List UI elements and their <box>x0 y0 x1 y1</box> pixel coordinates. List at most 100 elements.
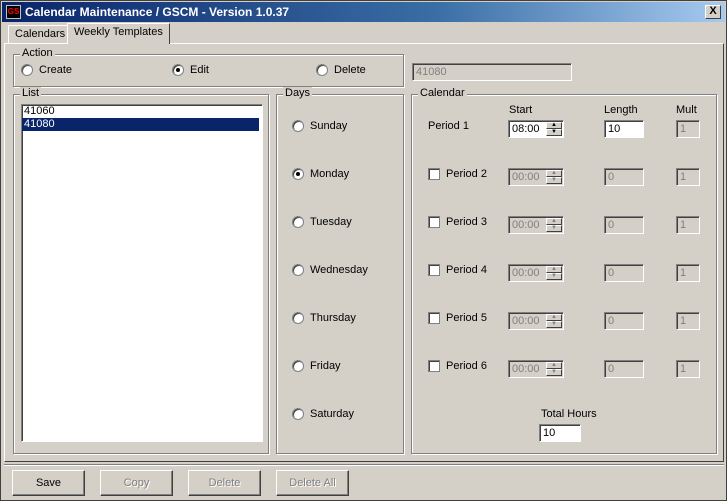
day-tuesday-radio[interactable]: Tuesday <box>292 216 352 230</box>
spinner-arrows[interactable]: ▲ ▼ <box>546 266 562 280</box>
calendar-legend: Calendar <box>418 87 467 99</box>
action-edit-label: Edit <box>190 64 209 77</box>
checkbox-box[interactable] <box>428 312 440 325</box>
list-item[interactable]: 41080 <box>22 118 259 131</box>
app-icon: GS <box>6 5 21 19</box>
spin-down-icon[interactable]: ▼ <box>546 225 562 232</box>
period-6-start-value: 00:00 <box>512 363 540 375</box>
period-6-label: Period 6 <box>446 360 487 372</box>
period-1-mult-field[interactable]: 1 <box>676 120 700 138</box>
period-6-length-field[interactable]: 0 <box>604 360 644 378</box>
save-button[interactable]: Save <box>12 470 85 496</box>
radio-indicator <box>292 264 304 277</box>
period-2-start-spinner[interactable]: 00:00 ▲ ▼ <box>508 168 564 186</box>
period-2-length-field[interactable]: 0 <box>604 168 644 186</box>
spinner-arrows[interactable]: ▲ ▼ <box>546 122 562 136</box>
template-name-field[interactable]: 41080 <box>412 63 572 81</box>
period-3-length-field[interactable]: 0 <box>604 216 644 234</box>
length-column-header: Length <box>604 104 638 116</box>
checkbox-box[interactable] <box>428 216 440 229</box>
period-3-checkbox[interactable]: Period 3 <box>428 216 487 229</box>
template-listbox[interactable]: 41060 41080 <box>21 104 263 442</box>
period-5-length-field[interactable]: 0 <box>604 312 644 330</box>
action-delete-label: Delete <box>334 64 366 77</box>
period-4-length-field[interactable]: 0 <box>604 264 644 282</box>
radio-indicator <box>21 64 33 77</box>
action-delete-radio[interactable]: Delete <box>316 64 366 78</box>
spin-up-icon[interactable]: ▲ <box>546 266 562 273</box>
spin-up-icon[interactable]: ▲ <box>546 122 562 129</box>
window-title: Calendar Maintenance / GSCM - Version 1.… <box>25 5 290 19</box>
period-5-mult-field[interactable]: 1 <box>676 312 700 330</box>
action-edit-radio[interactable]: Edit <box>172 64 209 78</box>
spin-up-icon[interactable]: ▲ <box>546 218 562 225</box>
mult-column-header: Mult <box>676 104 697 116</box>
radio-indicator <box>292 360 304 373</box>
spinner-arrows[interactable]: ▲ ▼ <box>546 314 562 328</box>
period-3-mult-field[interactable]: 1 <box>676 216 700 234</box>
day-friday-label: Friday <box>310 360 341 373</box>
day-thursday-radio[interactable]: Thursday <box>292 312 356 326</box>
delete-button[interactable]: Delete <box>188 470 261 496</box>
period-4-start-spinner[interactable]: 00:00 ▲ ▼ <box>508 264 564 282</box>
list-item[interactable]: 41060 <box>22 105 262 118</box>
days-legend: Days <box>283 87 313 99</box>
spin-up-icon[interactable]: ▲ <box>546 170 562 177</box>
day-monday-radio[interactable]: Monday <box>292 168 349 182</box>
total-hours-field[interactable]: 10 <box>539 424 581 442</box>
period-5-start-value: 00:00 <box>512 315 540 327</box>
checkbox-box[interactable] <box>428 264 440 277</box>
radio-indicator <box>292 216 304 229</box>
radio-indicator <box>292 312 304 325</box>
day-wednesday-radio[interactable]: Wednesday <box>292 264 368 278</box>
period-4-mult-field[interactable]: 1 <box>676 264 700 282</box>
period-6-start-spinner[interactable]: 00:00 ▲ ▼ <box>508 360 564 378</box>
period-5-label: Period 5 <box>446 312 487 324</box>
period-5-checkbox[interactable]: Period 5 <box>428 312 487 325</box>
radio-indicator <box>316 64 328 77</box>
delete-all-button[interactable]: Delete All <box>276 470 349 496</box>
spinner-arrows[interactable]: ▲ ▼ <box>546 218 562 232</box>
day-friday-radio[interactable]: Friday <box>292 360 341 374</box>
period-4-label: Period 4 <box>446 264 487 276</box>
spin-down-icon[interactable]: ▼ <box>546 321 562 328</box>
copy-button[interactable]: Copy <box>100 470 173 496</box>
day-saturday-label: Saturday <box>310 408 355 421</box>
tab-weekly-templates[interactable]: Weekly Templates <box>67 23 170 44</box>
day-saturday-radio[interactable]: Saturday <box>292 408 354 422</box>
period-5-start-spinner[interactable]: 00:00 ▲ ▼ <box>508 312 564 330</box>
day-tuesday-label: Tuesday <box>310 216 352 229</box>
spin-down-icon[interactable]: ▼ <box>546 129 562 136</box>
checkbox-box[interactable] <box>428 168 440 181</box>
day-thursday-label: Thursday <box>310 312 356 325</box>
spin-up-icon[interactable]: ▲ <box>546 362 562 369</box>
period-1-length-field[interactable]: 10 <box>604 120 644 138</box>
spin-down-icon[interactable]: ▼ <box>546 177 562 184</box>
period-1-label: Period 1 <box>428 120 469 132</box>
radio-indicator <box>292 168 304 181</box>
checkbox-box[interactable] <box>428 360 440 373</box>
action-create-radio[interactable]: Create <box>21 64 72 78</box>
period-1-start-spinner[interactable]: 08:00 ▲ ▼ <box>508 120 564 138</box>
spinner-arrows[interactable]: ▲ ▼ <box>546 170 562 184</box>
period-2-mult-field[interactable]: 1 <box>676 168 700 186</box>
close-button[interactable]: X <box>705 5 721 19</box>
period-6-checkbox[interactable]: Period 6 <box>428 360 487 373</box>
tab-calendars[interactable]: Calendars <box>8 25 73 44</box>
period-2-checkbox[interactable]: Period 2 <box>428 168 487 181</box>
spinner-arrows[interactable]: ▲ ▼ <box>546 362 562 376</box>
radio-indicator <box>292 408 304 421</box>
period-6-mult-field[interactable]: 1 <box>676 360 700 378</box>
period-4-checkbox[interactable]: Period 4 <box>428 264 487 277</box>
period-2-start-value: 00:00 <box>512 171 540 183</box>
day-sunday-radio[interactable]: Sunday <box>292 120 347 134</box>
period-2-label: Period 2 <box>446 168 487 180</box>
action-create-label: Create <box>39 64 73 77</box>
spin-down-icon[interactable]: ▼ <box>546 273 562 280</box>
spin-up-icon[interactable]: ▲ <box>546 314 562 321</box>
list-legend: List <box>20 87 42 99</box>
total-hours-label: Total Hours <box>541 408 597 420</box>
spin-down-icon[interactable]: ▼ <box>546 369 562 376</box>
period-3-start-spinner[interactable]: 00:00 ▲ ▼ <box>508 216 564 234</box>
title-bar[interactable]: GS Calendar Maintenance / GSCM - Version… <box>2 2 725 22</box>
